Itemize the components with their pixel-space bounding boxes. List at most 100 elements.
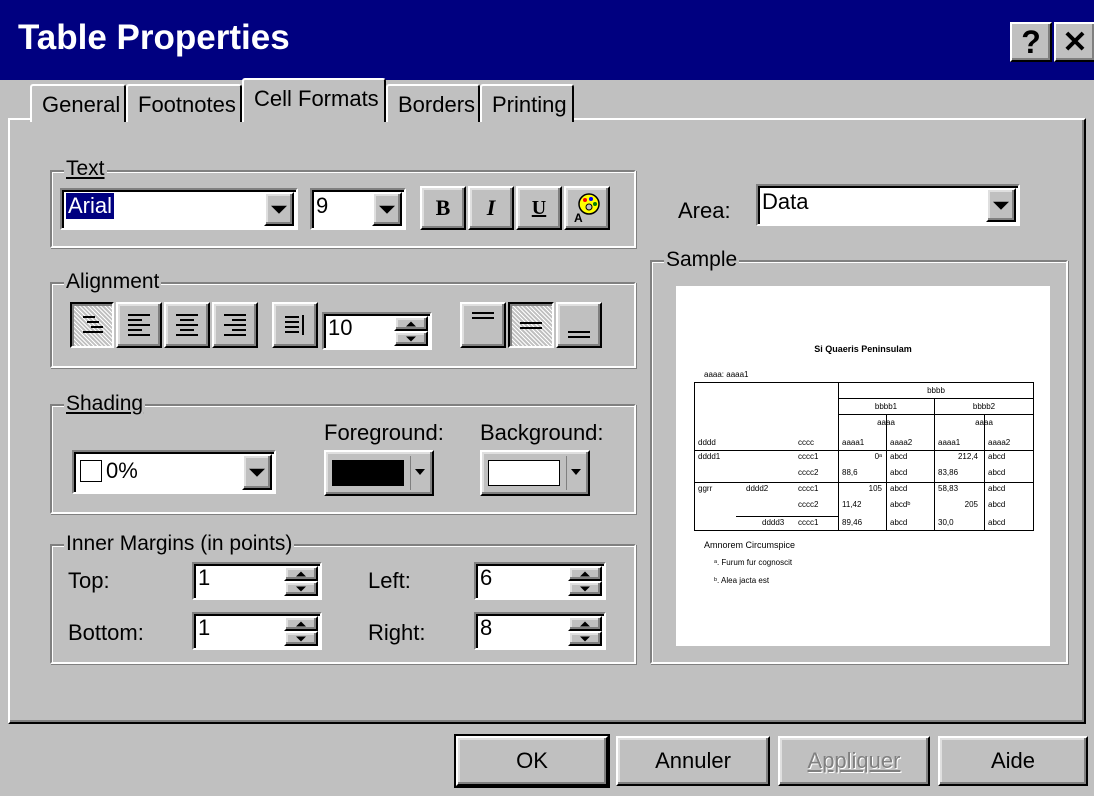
top-margin-label: Top: bbox=[68, 568, 110, 593]
spinner-arrows[interactable] bbox=[568, 616, 602, 646]
ok-button[interactable]: OK bbox=[454, 734, 610, 788]
tab-general[interactable]: General bbox=[30, 84, 126, 122]
valign-middle-icon bbox=[520, 321, 542, 329]
tab-footnotes[interactable]: Footnotes bbox=[126, 84, 242, 122]
indent-icon bbox=[285, 315, 304, 335]
close-button[interactable]: ✕ bbox=[1054, 22, 1094, 62]
spin-down-icon[interactable] bbox=[394, 331, 428, 346]
spinner-arrows[interactable] bbox=[284, 616, 318, 646]
alignment-group-legend: Alignment bbox=[64, 270, 162, 294]
spinner-arrows[interactable] bbox=[568, 566, 602, 596]
underline-button[interactable]: U bbox=[516, 186, 562, 230]
cell: 89,46 bbox=[842, 518, 863, 527]
table-rule bbox=[694, 382, 695, 530]
tab-cell-formats[interactable]: Cell Formats bbox=[242, 78, 386, 122]
text-group-legend: Text bbox=[64, 157, 107, 181]
area-dropdown[interactable]: Data bbox=[756, 184, 1020, 226]
align-right-button[interactable] bbox=[212, 302, 258, 348]
table-rule bbox=[838, 414, 1034, 415]
sample-layer: aaaa: aaaa1 bbox=[704, 370, 749, 379]
foreground-label: Foreground: bbox=[324, 420, 444, 445]
spin-up-icon[interactable] bbox=[284, 616, 318, 631]
tab-printing[interactable]: Printing bbox=[480, 84, 574, 122]
background-swatch bbox=[488, 460, 560, 486]
table-rule bbox=[694, 382, 1034, 383]
italic-button[interactable]: I bbox=[468, 186, 514, 230]
indent-spinner[interactable]: 10 bbox=[322, 312, 432, 350]
sample-footnote: ᵇ. Alea jacta est bbox=[714, 576, 770, 585]
sample-preview: Si Quaeris Peninsulam aaaa: aaaa1 bbbb b… bbox=[676, 286, 1050, 646]
close-icon: ✕ bbox=[1062, 25, 1088, 59]
header-aaaa: aaaa bbox=[975, 418, 993, 427]
right-margin-value: 8 bbox=[480, 615, 493, 640]
header-aaaa: aaaa bbox=[877, 418, 895, 427]
cell: abcd bbox=[988, 452, 1006, 461]
row-c: cccc2 bbox=[798, 500, 819, 509]
spinner-arrows[interactable] bbox=[284, 566, 318, 596]
svg-text:A: A bbox=[574, 211, 583, 224]
cell: 205 bbox=[964, 500, 978, 509]
cancel-button[interactable]: Annuler bbox=[616, 736, 770, 786]
size-dropdown[interactable]: 9 bbox=[310, 188, 406, 230]
chevron-down-icon[interactable] bbox=[264, 192, 294, 226]
indent-button[interactable] bbox=[272, 302, 318, 348]
spin-down-icon[interactable] bbox=[568, 631, 602, 646]
valign-bottom-icon bbox=[568, 331, 590, 338]
foreground-color-button[interactable] bbox=[324, 450, 434, 496]
table-rule bbox=[694, 530, 1034, 531]
cell: 30,0 bbox=[938, 518, 954, 527]
bottom-margin-spinner[interactable]: 1 bbox=[192, 612, 322, 650]
font-dropdown[interactable]: Arial bbox=[60, 188, 298, 230]
cell: abcd bbox=[988, 484, 1006, 493]
spin-up-icon[interactable] bbox=[394, 316, 428, 331]
pattern-swatch bbox=[80, 460, 102, 482]
spin-down-icon[interactable] bbox=[568, 581, 602, 596]
row-label: ggrr bbox=[698, 484, 713, 493]
help-button[interactable]: ? bbox=[1010, 22, 1052, 62]
spin-up-icon[interactable] bbox=[568, 566, 602, 581]
align-mixed-button[interactable] bbox=[70, 302, 114, 348]
size-value: 9 bbox=[316, 193, 329, 218]
bold-button[interactable]: B bbox=[420, 186, 466, 230]
col-header: aaaa1 bbox=[938, 438, 961, 447]
area-label: Area: bbox=[678, 198, 731, 223]
spinner-arrows[interactable] bbox=[394, 316, 428, 346]
valign-top-button[interactable] bbox=[460, 302, 506, 348]
right-margin-spinner[interactable]: 8 bbox=[474, 612, 606, 650]
chevron-down-icon[interactable] bbox=[242, 454, 272, 490]
row-c: cccc1 bbox=[798, 484, 819, 493]
align-decimal-icon bbox=[83, 316, 103, 333]
tab-label: Cell Formats bbox=[254, 86, 379, 111]
chevron-down-icon[interactable] bbox=[986, 188, 1016, 222]
font-value: Arial bbox=[66, 193, 115, 219]
align-left-button[interactable] bbox=[116, 302, 162, 348]
valign-bottom-button[interactable] bbox=[556, 302, 602, 348]
tab-borders[interactable]: Borders bbox=[386, 84, 480, 122]
spin-down-icon[interactable] bbox=[284, 631, 318, 646]
header-b1: bbbb1 bbox=[874, 402, 898, 411]
chevron-down-icon[interactable] bbox=[372, 192, 402, 226]
align-left-icon bbox=[128, 314, 150, 336]
spin-up-icon[interactable] bbox=[568, 616, 602, 631]
cell: 212,4 bbox=[957, 452, 978, 461]
font-color-button[interactable]: A bbox=[564, 186, 610, 230]
align-right-icon bbox=[224, 314, 246, 336]
top-margin-spinner[interactable]: 1 bbox=[192, 562, 322, 600]
shading-percent-dropdown[interactable]: 0% bbox=[72, 450, 276, 494]
background-color-button[interactable] bbox=[480, 450, 590, 496]
align-center-button[interactable] bbox=[164, 302, 210, 348]
cell: 83,86 bbox=[938, 468, 959, 477]
apply-button[interactable]: Appliquer bbox=[778, 736, 930, 786]
spin-up-icon[interactable] bbox=[284, 566, 318, 581]
align-center-icon bbox=[176, 314, 198, 336]
table-rule bbox=[886, 414, 887, 530]
header-top: bbbb bbox=[927, 386, 945, 395]
help-action-button[interactable]: Aide bbox=[938, 736, 1088, 786]
sample-table-title: Si Quaeris Peninsulam bbox=[814, 344, 912, 354]
indent-value: 10 bbox=[328, 315, 353, 340]
divider bbox=[566, 456, 567, 490]
valign-middle-button[interactable] bbox=[508, 302, 554, 348]
left-margin-spinner[interactable]: 6 bbox=[474, 562, 606, 600]
spin-down-icon[interactable] bbox=[284, 581, 318, 596]
row-label: dddd3 bbox=[762, 518, 785, 527]
